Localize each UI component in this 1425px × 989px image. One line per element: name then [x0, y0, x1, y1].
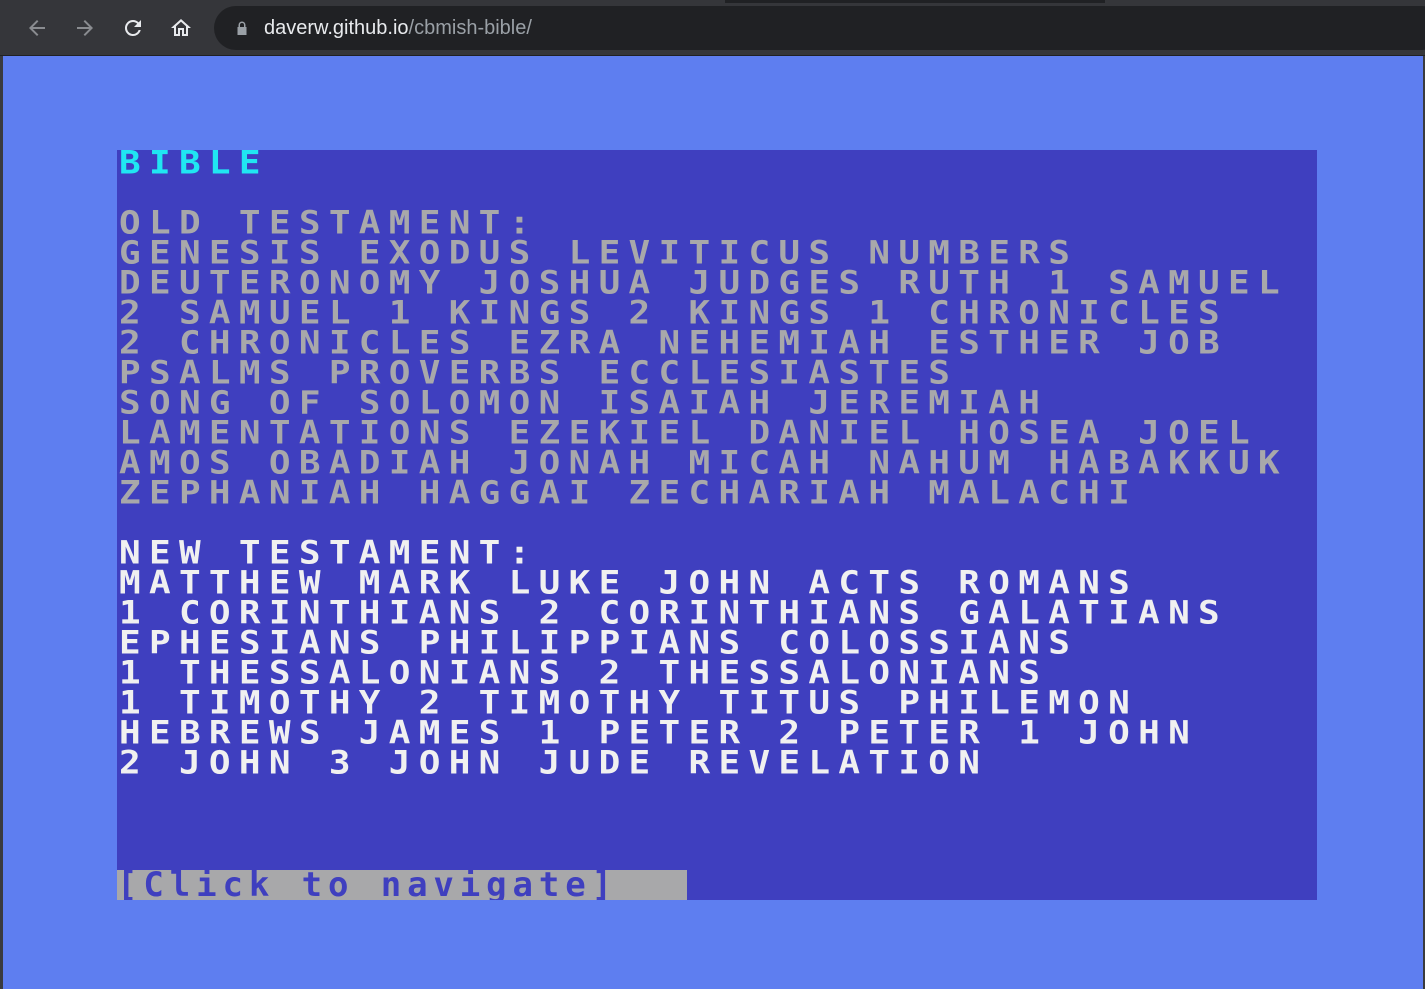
nt-books-line[interactable]: 1 THESSALONIANS 2 THESSALONIANS — [119, 657, 1048, 689]
nt-books-line[interactable]: MATTHEW MARK LUKE JOHN ACTS ROMANS — [119, 567, 1138, 599]
browser-toolbar: daverw.github.io/cbmish-bible/ — [0, 0, 1425, 56]
home-icon — [171, 19, 191, 36]
nt-books-line[interactable]: 2 JOHN 3 JOHN JUDE REVELATION — [119, 747, 988, 779]
navigate-button[interactable]: [Click to navigate] — [117, 870, 687, 900]
window-edge-left — [0, 56, 3, 989]
home-button[interactable] — [165, 12, 197, 44]
nt-books-line[interactable]: HEBREWS JAMES 1 PETER 2 PETER 1 JOHN — [119, 717, 1198, 749]
ot-books-line[interactable]: GENESIS EXODUS LEVITICUS NUMBERS — [119, 237, 1078, 269]
forward-arrow-icon — [77, 20, 93, 36]
url-host: daverw.github.io — [264, 17, 409, 39]
url-text: daverw.github.io/cbmish-bible/ — [264, 16, 532, 40]
nt-books-line[interactable]: 1 TIMOTHY 2 TIMOTHY TITUS PHILEMON — [119, 687, 1138, 719]
ot-books-line[interactable]: SONG OF SOLOMON ISAIAH JEREMIAH — [119, 387, 1048, 419]
c64-screen[interactable]: BIBLE OLD TESTAMENT: GENESIS EXODUS LEVI… — [117, 150, 1317, 900]
new-testament-heading: NEW TESTAMENT: — [119, 534, 539, 572]
old-testament-heading: OLD TESTAMENT: — [119, 204, 539, 242]
tab-strip-edge — [725, 0, 1105, 3]
back-arrow-icon — [29, 20, 45, 36]
ot-books-line[interactable]: DEUTERONOMY JOSHUA JUDGES RUTH 1 SAMUEL — [119, 267, 1288, 299]
reload-button[interactable] — [117, 12, 149, 44]
url-path: /cbmish-bible/ — [408, 17, 532, 39]
address-bar[interactable]: daverw.github.io/cbmish-bible/ — [214, 6, 1425, 50]
ot-books-line[interactable]: AMOS OBADIAH JONAH MICAH NAHUM HABAKKUK — [119, 447, 1288, 479]
ot-books-line[interactable]: PSALMS PROVERBS ECCLESIASTES — [119, 357, 958, 389]
page-title: BIBLE — [119, 150, 269, 182]
forward-button[interactable] — [69, 12, 101, 44]
ot-books-line[interactable]: ZEPHANIAH HAGGAI ZECHARIAH MALACHI — [119, 477, 1138, 509]
back-button[interactable] — [21, 12, 53, 44]
ot-books-line[interactable]: LAMENTATIONS EZEKIEL DANIEL HOSEA JOEL — [119, 417, 1258, 449]
nt-books-line[interactable]: 1 CORINTHIANS 2 CORINTHIANS GALATIANS — [119, 597, 1228, 629]
reload-icon — [124, 19, 141, 36]
ot-books-line[interactable]: 2 CHRONICLES EZRA NEHEMIAH ESTHER JOB — [119, 327, 1228, 359]
lock-icon — [237, 21, 247, 35]
ot-books-line[interactable]: 2 SAMUEL 1 KINGS 2 KINGS 1 CHRONICLES — [119, 297, 1228, 329]
nt-books-line[interactable]: EPHESIANS PHILIPPIANS COLOSSIANS — [119, 627, 1078, 659]
